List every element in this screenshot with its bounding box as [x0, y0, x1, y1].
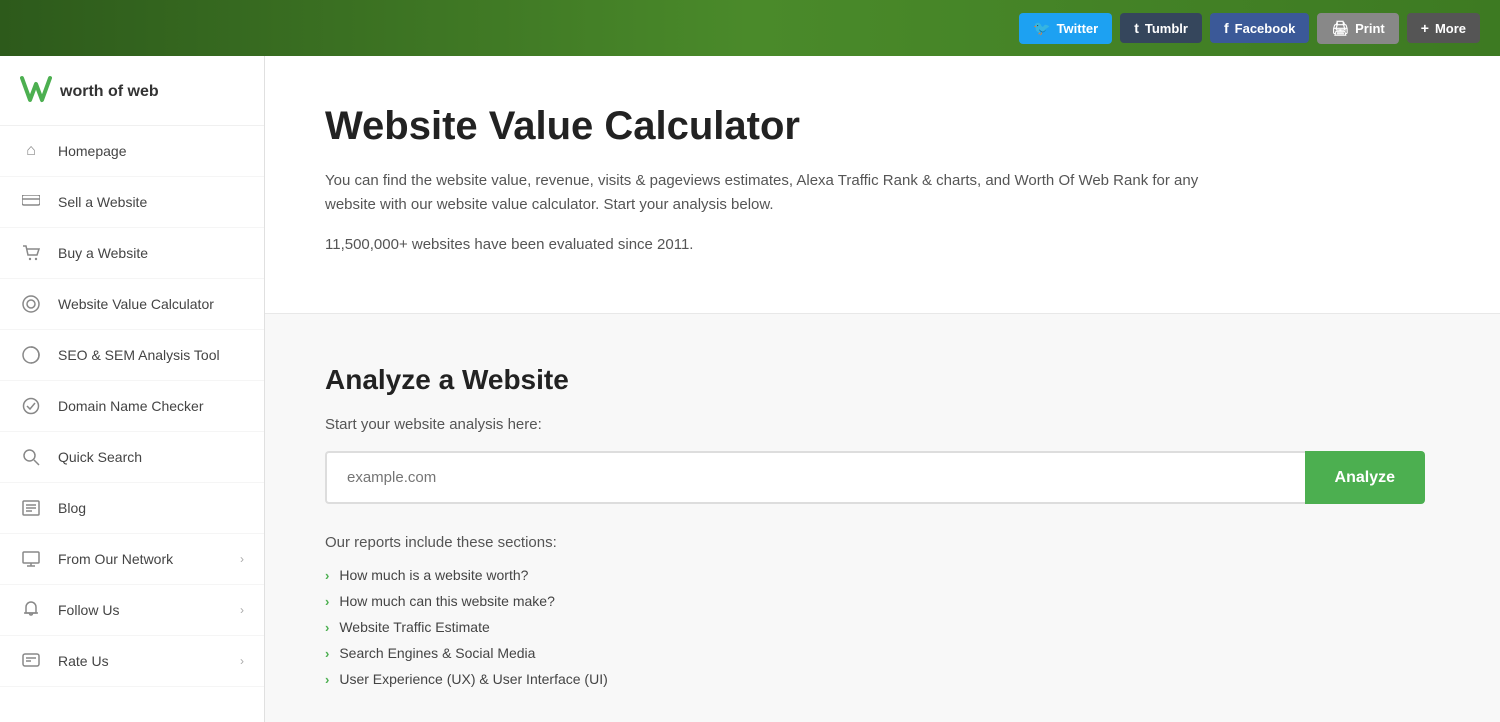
twitter-icon: 🐦: [1033, 20, 1050, 37]
sidebar-item-follow-us[interactable]: Follow Us ›: [0, 585, 264, 636]
top-bar: 🐦 Twitter t Tumblr f Facebook 🖨 Print + …: [0, 0, 1500, 56]
sidebar-item-label: Website Value Calculator: [58, 296, 244, 312]
chevron-right-icon: ›: [325, 672, 329, 687]
chevron-right-icon: ›: [240, 654, 244, 668]
list-item: › User Experience (UX) & User Interface …: [325, 671, 1440, 687]
logo[interactable]: worth of web: [20, 74, 244, 109]
reports-label: Our reports include these sections:: [325, 534, 1440, 551]
logo-area: worth of web: [0, 56, 264, 126]
site-count: 11,500,000+ websites have been evaluated…: [325, 233, 1225, 257]
main-layout: worth of web ⌂ Homepage Sell a Website B…: [0, 56, 1500, 722]
chevron-right-icon: ›: [240, 552, 244, 566]
sidebar-item-from-network[interactable]: From Our Network ›: [0, 534, 264, 585]
chevron-right-icon: ›: [325, 568, 329, 583]
logo-name: worth of web: [60, 83, 159, 101]
sidebar-item-label: Rate Us: [58, 653, 224, 669]
blog-icon: [20, 497, 42, 519]
sidebar-item-sell-website[interactable]: Sell a Website: [0, 177, 264, 228]
sidebar-item-label: Domain Name Checker: [58, 398, 244, 414]
main-content: Website Value Calculator You can find th…: [265, 56, 1500, 722]
plus-icon: +: [1421, 20, 1429, 36]
calculator-icon: [20, 293, 42, 315]
sidebar-item-label: Blog: [58, 500, 244, 516]
sidebar-item-label: Buy a Website: [58, 245, 244, 261]
chevron-right-icon: ›: [240, 603, 244, 617]
sidebar-item-buy-website[interactable]: Buy a Website: [0, 228, 264, 279]
list-item: › How much is a website worth?: [325, 567, 1440, 583]
tumblr-button[interactable]: t Tumblr: [1120, 13, 1202, 43]
sidebar-item-seo-sem[interactable]: SEO & SEM Analysis Tool: [0, 330, 264, 381]
sidebar-item-label: SEO & SEM Analysis Tool: [58, 347, 244, 363]
sidebar-item-label: Quick Search: [58, 449, 244, 465]
website-input[interactable]: [325, 451, 1305, 504]
sidebar-item-homepage[interactable]: ⌂ Homepage: [0, 126, 264, 177]
facebook-button[interactable]: f Facebook: [1210, 13, 1309, 43]
sidebar-item-quick-search[interactable]: Quick Search: [0, 432, 264, 483]
list-item: › How much can this website make?: [325, 593, 1440, 609]
hero-description: You can find the website value, revenue,…: [325, 169, 1225, 217]
sidebar-item-domain-checker[interactable]: Domain Name Checker: [0, 381, 264, 432]
search-icon: [20, 446, 42, 468]
sidebar-item-label: Homepage: [58, 143, 244, 159]
bell-icon: [20, 599, 42, 621]
twitter-button[interactable]: 🐦 Twitter: [1019, 13, 1112, 44]
seo-icon: [20, 344, 42, 366]
domain-icon: [20, 395, 42, 417]
print-icon: 🖨: [1331, 20, 1349, 37]
more-button[interactable]: + More: [1407, 13, 1480, 43]
analyze-button[interactable]: Analyze: [1305, 451, 1425, 504]
page-title: Website Value Calculator: [325, 104, 1440, 149]
sidebar-item-blog[interactable]: Blog: [0, 483, 264, 534]
home-icon: ⌂: [20, 140, 42, 162]
sidebar-item-label: Follow Us: [58, 602, 224, 618]
facebook-icon: f: [1224, 20, 1229, 36]
report-list: › How much is a website worth? › How muc…: [325, 567, 1440, 687]
sidebar-item-label: Sell a Website: [58, 194, 244, 210]
list-item: › Website Traffic Estimate: [325, 619, 1440, 635]
chevron-right-icon: ›: [325, 646, 329, 661]
analyze-title: Analyze a Website: [325, 364, 1440, 396]
analyze-section: Analyze a Website Start your website ana…: [265, 314, 1500, 722]
logo-symbol: [20, 74, 52, 109]
rate-icon: [20, 650, 42, 672]
buy-icon: [20, 242, 42, 264]
search-row: Analyze: [325, 451, 1425, 504]
chevron-right-icon: ›: [325, 620, 329, 635]
sidebar-item-rate-us[interactable]: Rate Us ›: [0, 636, 264, 687]
sell-icon: [20, 191, 42, 213]
list-item: › Search Engines & Social Media: [325, 645, 1440, 661]
chevron-right-icon: ›: [325, 594, 329, 609]
tumblr-icon: t: [1134, 20, 1139, 36]
sidebar-item-label: From Our Network: [58, 551, 224, 567]
print-button[interactable]: 🖨 Print: [1317, 13, 1398, 44]
analyze-sublabel: Start your website analysis here:: [325, 416, 1440, 433]
hero-section: Website Value Calculator You can find th…: [265, 56, 1500, 314]
sidebar: worth of web ⌂ Homepage Sell a Website B…: [0, 56, 265, 722]
network-icon: [20, 548, 42, 570]
sidebar-item-website-value[interactable]: Website Value Calculator: [0, 279, 264, 330]
